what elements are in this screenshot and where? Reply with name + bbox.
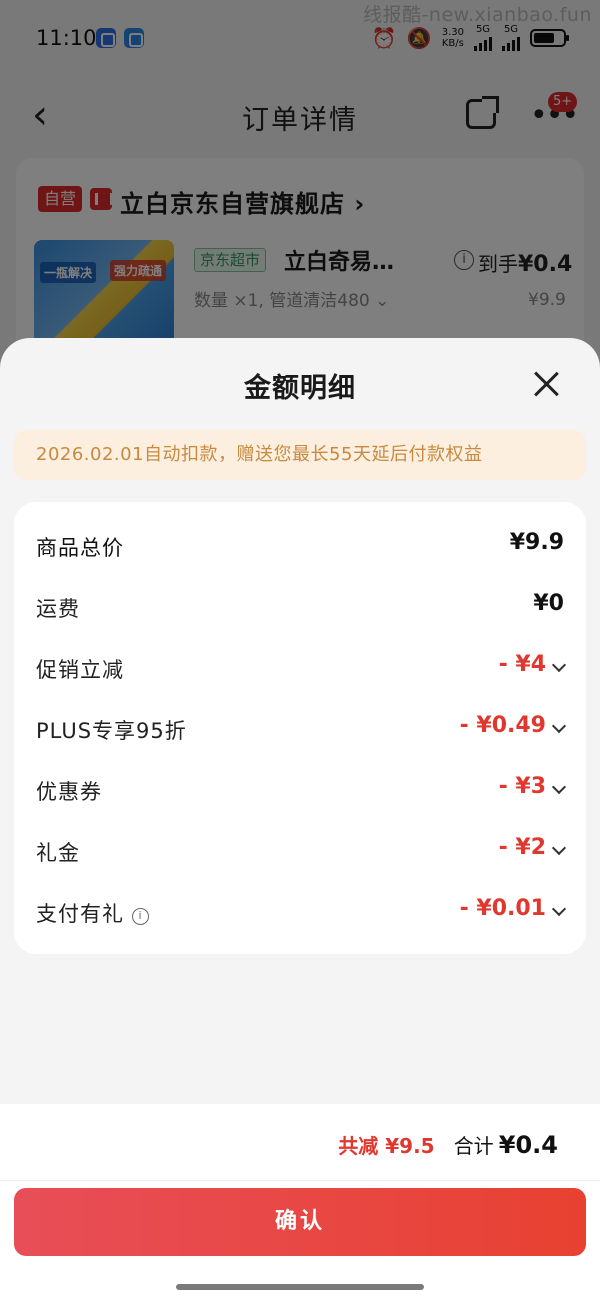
row-label: PLUS专享95折 xyxy=(36,719,187,743)
chevron-down-icon[interactable] xyxy=(551,840,567,856)
divider xyxy=(0,1180,600,1181)
info-icon[interactable]: i xyxy=(132,908,149,925)
chevron-down-icon[interactable] xyxy=(551,779,567,795)
row-value: - ¥0.01 xyxy=(459,896,546,921)
row-coupon[interactable]: 优惠券 - ¥3 xyxy=(36,770,567,810)
chevron-down-icon[interactable] xyxy=(551,657,567,673)
confirm-button[interactable]: 确认 xyxy=(14,1188,586,1256)
row-label: 礼金 xyxy=(36,841,80,865)
total-label: 合计 xyxy=(453,1134,494,1158)
chevron-down-icon[interactable] xyxy=(551,718,567,734)
row-label: 商品总价 xyxy=(36,536,124,560)
chevron-down-icon[interactable] xyxy=(551,901,567,917)
row-label: 优惠券 xyxy=(36,780,102,804)
row-plus-discount[interactable]: PLUS专享95折 - ¥0.49 xyxy=(36,709,567,749)
close-icon[interactable] xyxy=(533,371,559,397)
row-goods-total: 商品总价 ¥9.9 xyxy=(36,526,564,566)
total-saved: 共减 ¥9.5 xyxy=(338,1134,435,1158)
payment-notice: 2026.02.01自动扣款，赠送您最长55天延后付款权益 xyxy=(14,430,586,480)
row-shipping: 运费 ¥0 xyxy=(36,587,564,627)
row-promotion[interactable]: 促销立减 - ¥4 xyxy=(36,648,567,688)
row-payment-gift[interactable]: 支付有礼 i - ¥0.01 xyxy=(36,892,567,932)
row-value: ¥9.9 xyxy=(509,530,564,555)
row-label: 运费 xyxy=(36,597,80,621)
row-value: - ¥2 xyxy=(498,835,546,860)
row-value: - ¥4 xyxy=(498,652,546,677)
row-value: - ¥3 xyxy=(498,774,546,799)
row-value: ¥0 xyxy=(533,591,564,616)
row-value: - ¥0.49 xyxy=(459,713,546,738)
home-indicator[interactable] xyxy=(176,1284,424,1290)
row-gift-money[interactable]: 礼金 - ¥2 xyxy=(36,831,567,871)
amount-detail-card: 商品总价 ¥9.9 运费 ¥0 促销立减 - ¥4 PLUS专享95折 - ¥0… xyxy=(14,502,586,954)
row-label: 促销立减 xyxy=(36,658,124,682)
sheet-title: 金额明细 xyxy=(244,373,356,404)
total-line: 共减 ¥9.5 合计 ¥0.4 xyxy=(338,1130,558,1159)
row-label: 支付有礼 i xyxy=(36,898,149,928)
total-value: ¥0.4 xyxy=(498,1131,558,1159)
amount-detail-sheet: 金额明细 2026.02.01自动扣款，赠送您最长55天延后付款权益 商品总价 … xyxy=(0,338,600,1302)
sheet-footer: 共减 ¥9.5 合计 ¥0.4 确认 xyxy=(0,1104,600,1302)
